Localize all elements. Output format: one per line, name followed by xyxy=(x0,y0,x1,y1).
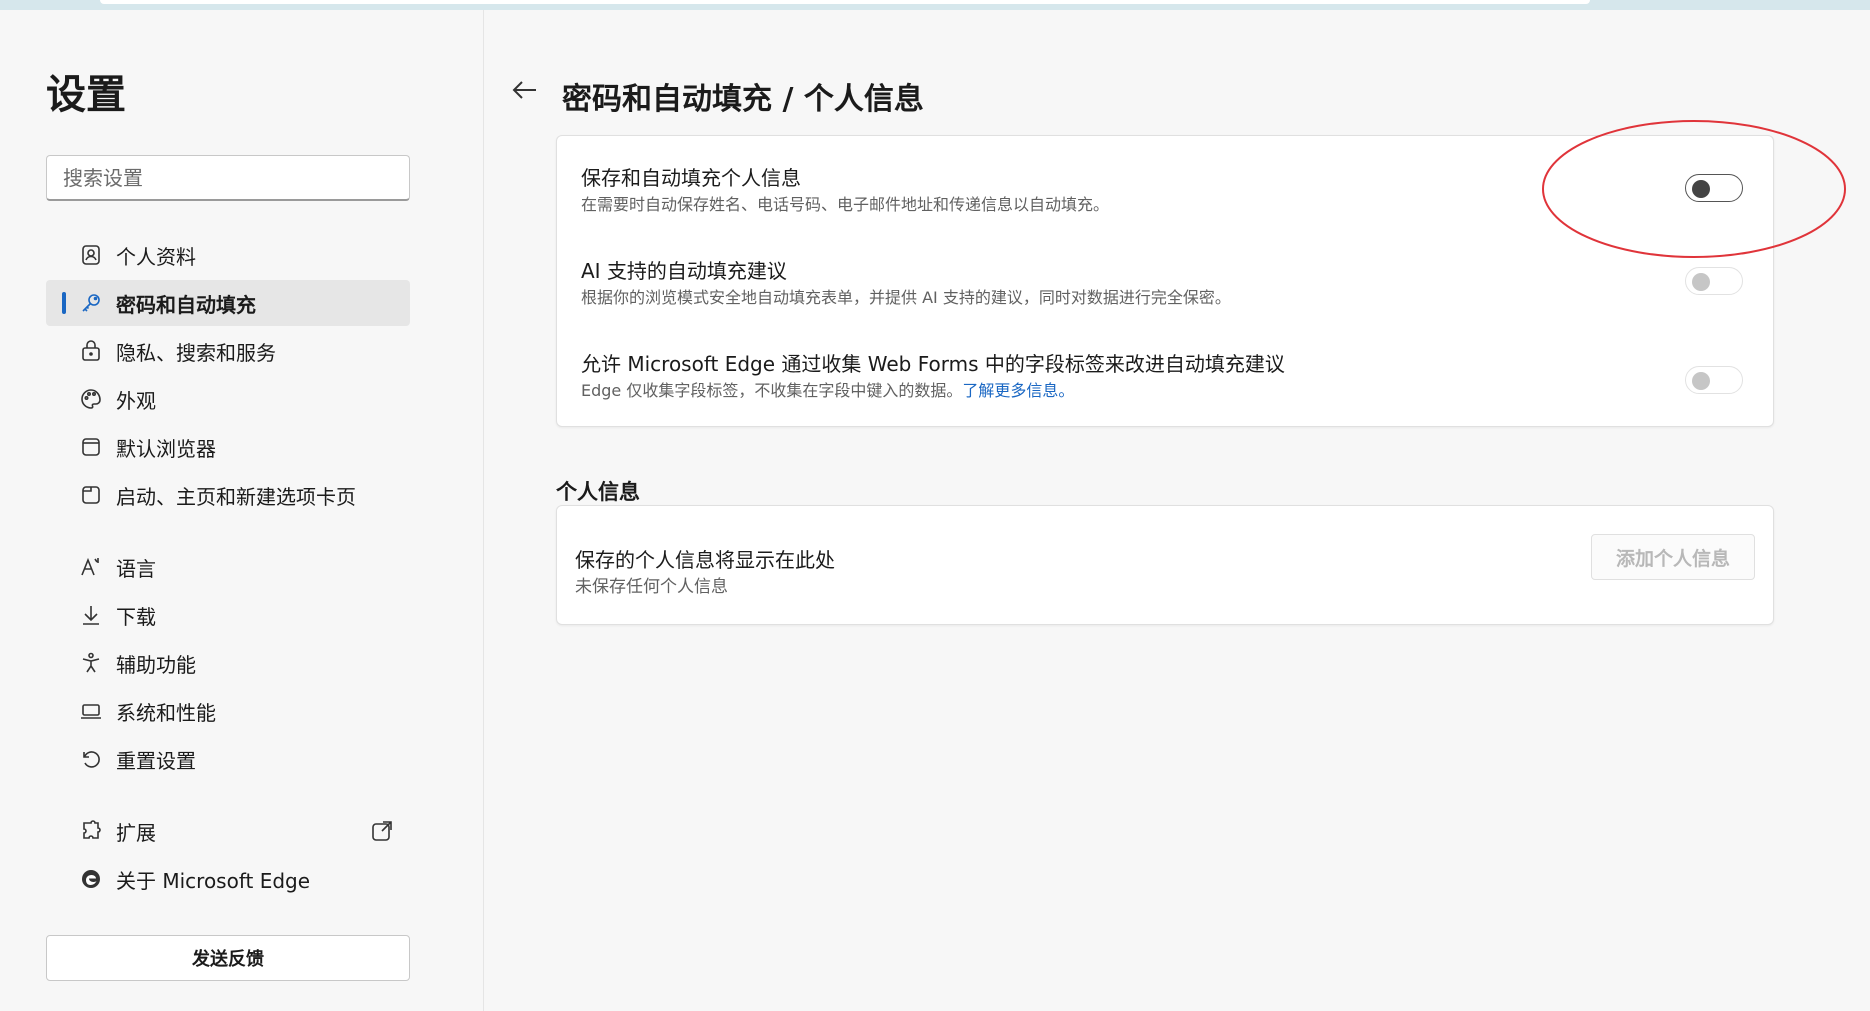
sidebar-item-label: 辅助功能 xyxy=(116,652,196,677)
save-autofill-toggle[interactable] xyxy=(1685,174,1743,202)
sidebar-item-appearance[interactable]: 外观 xyxy=(46,376,410,422)
sidebar-item-label: 外观 xyxy=(116,388,156,413)
sidebar-item-label: 重置设置 xyxy=(116,748,196,773)
settings-sidebar: 设置 个人资料 密码和自动填充 隐私、搜索和服务 外观 默认浏览器 xyxy=(0,10,484,1011)
language-icon xyxy=(78,554,104,580)
active-tab-edge xyxy=(100,0,1590,4)
sidebar-item-label: 关于 Microsoft Edge xyxy=(116,868,311,893)
sidebar-item-label: 语言 xyxy=(116,556,156,581)
sidebar-item-label: 个人资料 xyxy=(116,244,196,269)
ai-suggestions-toggle[interactable] xyxy=(1685,267,1743,295)
setting-description: 在需要时自动保存姓名、电话号码、电子邮件地址和传递信息以自动填充。 xyxy=(581,195,1110,214)
setting-description: 根据你的浏览模式安全地自动填充表单，并提供 AI 支持的建议，同时对数据进行完全… xyxy=(581,288,1231,307)
puzzle-icon xyxy=(78,818,104,844)
new-tab-icon xyxy=(78,482,104,508)
accessibility-icon xyxy=(78,650,104,676)
key-icon xyxy=(78,290,104,316)
laptop-icon xyxy=(78,698,104,724)
setting-row-save-autofill: 保存和自动填充个人信息 在需要时自动保存姓名、电话号码、电子邮件地址和传递信息以… xyxy=(557,136,1773,226)
sidebar-item-label: 启动、主页和新建选项卡页 xyxy=(116,484,356,509)
send-feedback-button[interactable]: 发送反馈 xyxy=(46,935,410,981)
sidebar-item-default-browser[interactable]: 默认浏览器 xyxy=(46,424,410,470)
page-breadcrumb: 密码和自动填充 / 个人信息 xyxy=(562,82,924,117)
empty-state-subtitle: 未保存任何个人信息 xyxy=(575,577,728,597)
sidebar-item-profile[interactable]: 个人资料 xyxy=(46,232,410,278)
add-personal-info-button[interactable]: 添加个人信息 xyxy=(1591,534,1755,580)
sidebar-item-label: 隐私、搜索和服务 xyxy=(116,340,276,365)
lock-icon xyxy=(78,338,104,364)
personal-info-section-title: 个人信息 xyxy=(556,480,640,504)
sidebar-item-about-edge[interactable]: 关于 Microsoft Edge xyxy=(46,856,410,902)
setting-title: AI 支持的自动填充建议 xyxy=(581,259,787,283)
sidebar-item-languages[interactable]: 语言 xyxy=(46,544,410,590)
sidebar-item-reset[interactable]: 重置设置 xyxy=(46,736,410,782)
browser-top-strip xyxy=(0,0,1870,10)
collect-field-labels-toggle[interactable] xyxy=(1685,366,1743,394)
personal-info-card: 保存的个人信息将显示在此处 未保存任何个人信息 添加个人信息 xyxy=(556,505,1774,625)
setting-description: Edge 仅收集字段标签，不收集在字段中键入的数据。了解更多信息。 xyxy=(581,377,1074,401)
sidebar-item-privacy[interactable]: 隐私、搜索和服务 xyxy=(46,328,410,374)
download-icon xyxy=(78,602,104,628)
external-link-icon[interactable] xyxy=(370,819,394,843)
setting-title: 保存和自动填充个人信息 xyxy=(581,166,801,190)
setting-title: 允许 Microsoft Edge 通过收集 Web Forms 中的字段标签来… xyxy=(581,352,1285,376)
profile-icon xyxy=(78,242,104,268)
setting-row-ai-suggestions: AI 支持的自动填充建议 根据你的浏览模式安全地自动填充表单，并提供 AI 支持… xyxy=(557,229,1773,319)
toggle-knob xyxy=(1692,372,1710,390)
reset-icon xyxy=(78,746,104,772)
toggle-knob xyxy=(1692,273,1710,291)
edge-logo-icon xyxy=(78,866,104,892)
sidebar-item-label: 默认浏览器 xyxy=(116,436,216,461)
sidebar-item-startup-newtab[interactable]: 启动、主页和新建选项卡页 xyxy=(46,472,410,518)
settings-main: 密码和自动填充 / 个人信息 保存和自动填充个人信息 在需要时自动保存姓名、电话… xyxy=(484,10,1870,1011)
sidebar-item-label: 下载 xyxy=(116,604,156,629)
back-arrow-icon[interactable] xyxy=(508,74,540,106)
sidebar-item-label: 系统和性能 xyxy=(116,700,216,725)
empty-state-title: 保存的个人信息将显示在此处 xyxy=(575,548,835,572)
autofill-settings-card: 保存和自动填充个人信息 在需要时自动保存姓名、电话号码、电子邮件地址和传递信息以… xyxy=(556,135,1774,427)
sidebar-item-passwords-autofill[interactable]: 密码和自动填充 xyxy=(46,280,410,326)
sidebar-item-accessibility[interactable]: 辅助功能 xyxy=(46,640,410,686)
sidebar-title: 设置 xyxy=(46,72,126,118)
sidebar-item-downloads[interactable]: 下载 xyxy=(46,592,410,638)
search-input[interactable] xyxy=(47,156,409,199)
learn-more-link[interactable]: 了解更多信息。 xyxy=(962,381,1074,400)
sidebar-item-label: 扩展 xyxy=(116,820,156,845)
sidebar-item-label: 密码和自动填充 xyxy=(116,292,256,317)
sidebar-item-system-performance[interactable]: 系统和性能 xyxy=(46,688,410,734)
toggle-knob xyxy=(1692,180,1710,198)
search-settings-box[interactable] xyxy=(46,155,410,201)
sidebar-item-extensions[interactable]: 扩展 xyxy=(46,808,410,854)
browser-icon xyxy=(78,434,104,460)
setting-row-collect-field-labels: 允许 Microsoft Edge 通过收集 Web Forms 中的字段标签来… xyxy=(557,322,1773,412)
palette-icon xyxy=(78,386,104,412)
setting-description-text: Edge 仅收集字段标签，不收集在字段中键入的数据。 xyxy=(581,381,963,400)
